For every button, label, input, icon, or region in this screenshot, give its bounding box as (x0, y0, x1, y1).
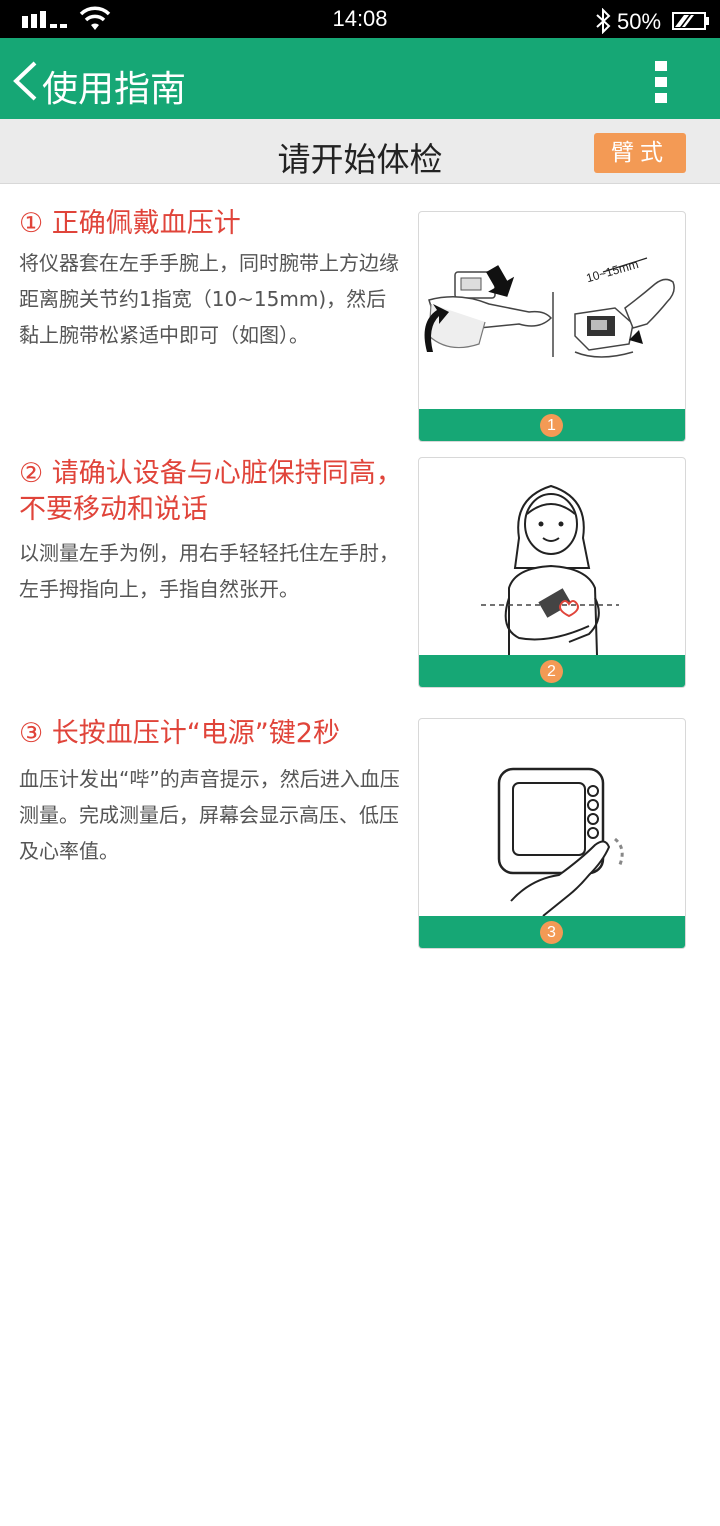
arm-mode-button[interactable]: 臂式 (594, 133, 686, 173)
step-image-card: 3 (418, 718, 686, 949)
step-description: 血压计发出“哔”的声音提示，然后进入血压测量。完成测量后，屏幕会显示高压、低压及… (19, 767, 400, 863)
step-number-badge: 1 (540, 414, 563, 437)
step-heading: ① 正确佩戴血压计 (19, 208, 241, 239)
sub-header: 请开始体检 臂式 (0, 119, 720, 184)
step-image-card: 10~15mm 1 (418, 211, 686, 442)
press-power-button-illustration (497, 767, 624, 916)
step-description: 以测量左手为例，用右手轻轻托住左手肘，左手拇指向上，手指自然张开。 (19, 541, 399, 601)
step-image-band: 1 (419, 409, 685, 441)
step-number-badge: 2 (540, 660, 563, 683)
wrist-cuff-illustration: 10~15mm (424, 257, 675, 358)
step-image-band: 3 (419, 916, 685, 948)
step-number-badge: 3 (540, 921, 563, 944)
step-image-band: 2 (419, 655, 685, 687)
step-heading: ③ 长按血压计“电源”键2秒 (19, 718, 340, 749)
cuff-distance-label: 10~15mm (585, 257, 640, 285)
chevron-left-icon[interactable] (10, 60, 40, 102)
app-bar: 使用指南 (0, 38, 720, 119)
status-time: 14:08 (332, 6, 388, 31)
status-bar: 14:08 50% (0, 0, 720, 38)
battery-percent: 50% (617, 9, 662, 34)
heart-level-posture-illustration (481, 484, 619, 655)
battery-icon (672, 12, 709, 30)
step-image-card: 2 (418, 457, 686, 688)
page-title: 使用指南 (42, 69, 187, 110)
step-description: 将仪器套在左手手腕上，同时腕带上方边缘距离腕关节约1指宽（10~15mm)，然后… (19, 251, 399, 347)
more-vertical-icon[interactable] (646, 58, 676, 104)
bluetooth-icon (596, 8, 611, 34)
step-heading: ② 请确认设备与心脏保持同高，不要移动和说话 (19, 458, 403, 525)
